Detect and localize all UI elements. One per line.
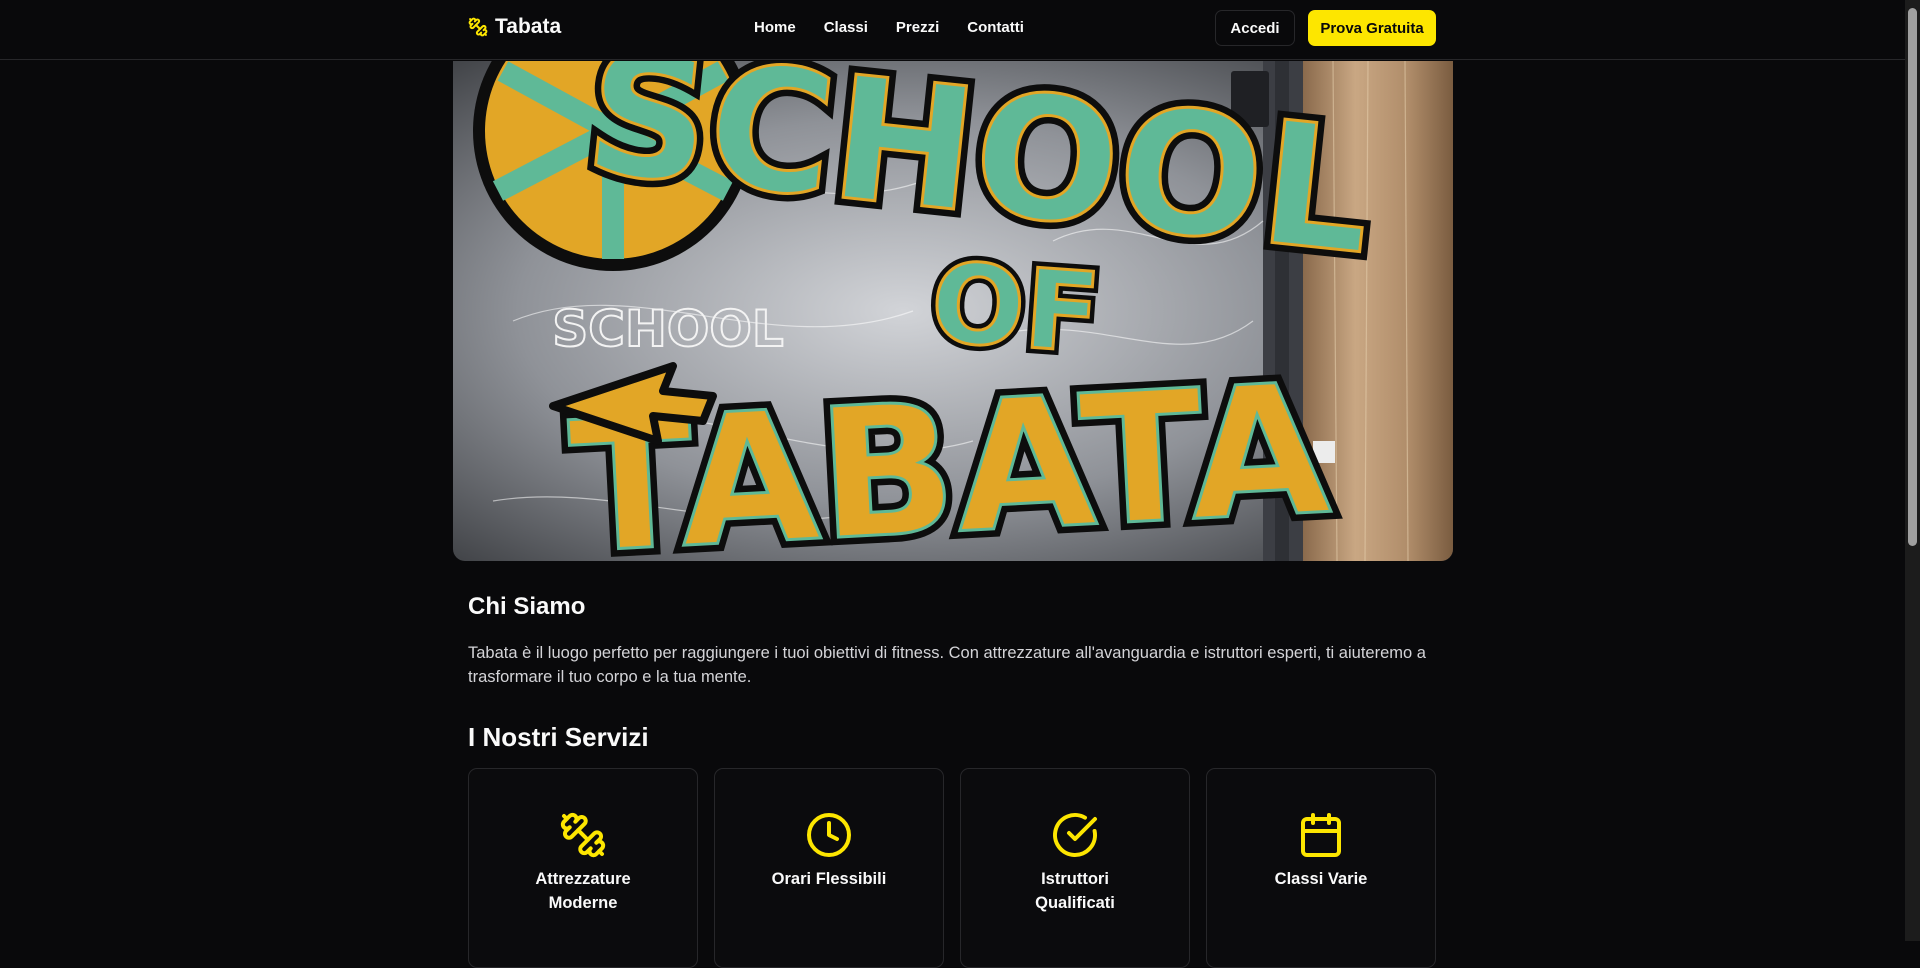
services-title: I Nostri Servizi	[468, 722, 649, 752]
free-trial-button[interactable]: Prova Gratuita	[1308, 10, 1436, 46]
service-card-title: Istruttori Qualificati	[1035, 870, 1115, 912]
calendar-icon	[1301, 813, 1341, 857]
services-list: Attrezzature Moderne Orari Flessibili Is…	[468, 768, 1436, 968]
site-header: Tabata Home Classi Prezzi Contatti Acced…	[0, 0, 1905, 60]
graffiti-wall-illustration: SCHOOL SCHOOL OF OF TABATA TABATA SCHOOL	[453, 61, 1453, 561]
clock-icon	[807, 813, 851, 857]
service-card-classes: Classi Varie	[1206, 768, 1436, 968]
check-circle-icon	[1053, 813, 1097, 857]
main-nav: Home Classi Prezzi Contatti	[754, 19, 1024, 36]
about-text: Tabata è il luogo perfetto per raggiunge…	[468, 644, 1426, 686]
nav-item-contatti[interactable]: Contatti	[967, 19, 1024, 36]
service-card-hours: Orari Flessibili	[714, 768, 944, 968]
service-card-title: Classi Varie	[1274, 870, 1368, 888]
page-scrollbar-thumb[interactable]	[1908, 8, 1917, 546]
brand-name: Tabata	[495, 15, 562, 38]
service-card-title: Attrezzature Moderne	[535, 870, 631, 912]
nav-item-classi[interactable]: Classi	[824, 19, 868, 36]
hero-image: SCHOOL SCHOOL OF OF TABATA TABATA SCHOOL	[453, 61, 1453, 561]
nav-item-home[interactable]: Home	[754, 19, 796, 36]
service-card-title: Orari Flessibili	[771, 870, 887, 888]
about-title: Chi Siamo	[468, 593, 586, 620]
login-button[interactable]: Accedi	[1215, 10, 1295, 46]
service-card-instructors: Istruttori Qualificati	[960, 768, 1190, 968]
dumbbell-icon	[468, 17, 488, 37]
service-card-equipment: Attrezzature Moderne	[468, 768, 698, 968]
svg-text:SCHOOL: SCHOOL	[552, 300, 783, 358]
svg-text:OF: OF	[927, 238, 1104, 377]
nav-item-prezzi[interactable]: Prezzi	[896, 19, 939, 36]
brand-logo[interactable]: Tabata	[468, 15, 561, 39]
dumbbell-icon	[560, 812, 606, 858]
